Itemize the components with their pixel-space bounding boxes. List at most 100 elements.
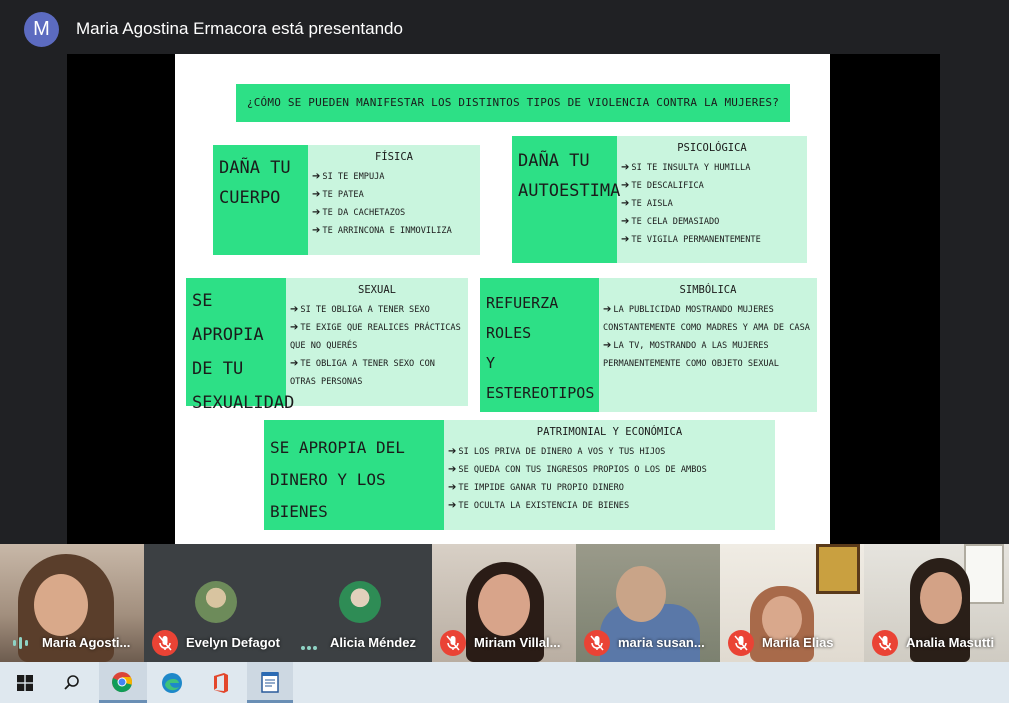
block-patrimonial-label: SE APROPIA DEL DINERO Y LOS BIENES	[264, 420, 444, 530]
chrome-icon	[112, 672, 133, 693]
participant-tile[interactable]: Analia Masutti	[864, 544, 1009, 662]
windows-logo-icon	[17, 675, 33, 691]
block-sexual-label: SE APROPIA DE TU SEXUALIDAD	[186, 278, 294, 413]
participant-tile[interactable]: Alicia Méndez	[288, 544, 432, 662]
more-dots-icon	[300, 638, 318, 650]
meet-header: M Maria Agostina Ermacora está presentan…	[0, 0, 1009, 54]
windows-start-button[interactable]	[2, 662, 48, 703]
arrow-icon: ➔	[312, 171, 321, 182]
participant-tile[interactable]: Evelyn Defagot	[144, 544, 288, 662]
office-icon	[214, 673, 228, 693]
slide: ¿CÓMO SE PUEDEN MANIFESTAR LOS DISTINTOS…	[175, 54, 830, 544]
item-list: ➔ SI TE EMPUJA ➔ TE PATEA ➔ TE DA CACHETAZO…	[312, 168, 476, 240]
block-simbolica: REFUERZA ROLES Y ESTEREOTIPOS SIMBÓLICA …	[480, 278, 817, 412]
arrow-icon: ➔	[621, 198, 630, 209]
label-line: SE APROPIA	[192, 291, 264, 345]
mic-off-icon	[440, 630, 466, 656]
block-heading: SIMBÓLICA	[679, 284, 737, 296]
participant-tile[interactable]: maria susan...	[576, 544, 720, 662]
block-psicologica: DAÑA TU AUTOESTIMA PSICOLÓGICA ➔ SI TE IN…	[512, 136, 807, 263]
arrow-icon: ➔	[448, 464, 457, 475]
item-list: ➔ SI TE OBLIGA A TENER SEXO ➔ TE EXIGE QUE…	[290, 301, 464, 391]
slide-title: ¿CÓMO SE PUEDEN MANIFESTAR LOS DISTINTOS…	[236, 84, 790, 122]
label-line: DINERO Y LOS BIENES	[270, 470, 386, 521]
arrow-icon: ➔	[290, 304, 299, 315]
participant-name: Maria Agosti...	[42, 635, 131, 650]
speaking-icon	[12, 636, 30, 650]
avatar	[195, 581, 237, 623]
edge-taskbar-button[interactable]	[149, 662, 195, 703]
block-fisica-label: DAÑA TU CUERPO	[213, 145, 308, 255]
mic-off-icon	[152, 630, 178, 656]
arrow-icon: ➔	[621, 180, 630, 191]
arrow-icon: ➔	[621, 162, 630, 173]
notepad-taskbar-button[interactable]	[247, 662, 293, 703]
label-line: DAÑA TU	[518, 151, 590, 171]
block-sexual-content: SEXUAL ➔ SI TE OBLIGA A TENER SEXO ➔ TE EX…	[286, 278, 468, 406]
arrow-icon: ➔	[290, 358, 299, 369]
block-heading: PSICOLÓGICA	[677, 142, 747, 154]
list-item: ➔ LA PUBLICIDAD MOSTRANDO MUJERES CONSTAN…	[603, 304, 810, 333]
mic-off-icon	[584, 630, 610, 656]
list-item: ➔ TE PATEA	[312, 189, 364, 200]
list-item: ➔ SI TE EMPUJA	[312, 171, 385, 182]
presenter-avatar[interactable]: M	[24, 12, 59, 47]
participant-tile[interactable]: Miriam Villal...	[432, 544, 576, 662]
participant-name: maria susan...	[618, 635, 705, 650]
arrow-icon: ➔	[448, 500, 457, 511]
list-item: ➔ TE DESCALIFICA	[621, 180, 704, 191]
participant-face	[616, 566, 666, 622]
participant-strip: Maria Agosti... Evelyn Defagot Alicia Mé…	[0, 544, 1009, 662]
list-item: ➔ TE ARRINCONA E INMOVILIZA	[312, 225, 452, 236]
list-item: ➔ SI TE OBLIGA A TENER SEXO	[290, 304, 430, 315]
notepad-icon	[261, 672, 279, 693]
list-item: ➔ TE DA CACHETAZOS	[312, 207, 406, 218]
windows-taskbar	[0, 662, 1009, 703]
block-simbolica-label: REFUERZA ROLES Y ESTEREOTIPOS	[480, 278, 599, 412]
arrow-icon: ➔	[448, 482, 457, 493]
label-line: DE TU	[192, 359, 244, 379]
list-item: ➔ TE OCULTA LA EXISTENCIA DE BIENES	[448, 500, 630, 511]
arrow-icon: ➔	[448, 446, 457, 457]
office-taskbar-button[interactable]	[198, 662, 244, 703]
block-sexual: SE APROPIA DE TU SEXUALIDAD SEXUAL ➔ SI T…	[186, 278, 468, 413]
participant-name: Evelyn Defagot	[186, 635, 280, 650]
presenter-status: Maria Agostina Ermacora está presentando	[76, 19, 403, 38]
mic-off-icon	[728, 630, 754, 656]
label-line: Y ESTEREOTIPOS	[486, 354, 595, 402]
participant-name: Alicia Méndez	[330, 635, 416, 650]
block-heading: SEXUAL	[358, 284, 396, 296]
participant-name: Analia Masutti	[906, 635, 995, 650]
block-fisica-content: FÍSICA ➔ SI TE EMPUJA ➔ TE PATEA ➔ TE DA CA…	[308, 145, 480, 255]
arrow-icon: ➔	[312, 207, 321, 218]
item-list: ➔ SI LOS PRIVA DE DINERO A VOS Y TUS HIJO…	[448, 443, 771, 515]
block-patrimonial-content: PATRIMONIAL Y ECONÓMICA ➔ SI LOS PRIVA DE…	[444, 420, 775, 530]
label-line: SEXUALIDAD	[192, 393, 295, 413]
arrow-icon: ➔	[603, 304, 612, 315]
chrome-taskbar-button[interactable]	[99, 662, 147, 703]
participant-face	[478, 574, 530, 636]
list-item: ➔ TE AISLA	[621, 198, 673, 209]
list-item: ➔ TE EXIGE QUE REALICES PRÁCTICAS QUE NO …	[290, 322, 461, 351]
item-list: ➔ SI TE INSULTA Y HUMILLA ➔ TE DESCALIFICA…	[621, 159, 803, 249]
participant-face	[920, 572, 962, 624]
wall-painting	[816, 544, 860, 594]
edge-icon	[162, 673, 182, 693]
block-psicologica-content: PSICOLÓGICA ➔ SI TE INSULTA Y HUMILLA ➔ TE…	[617, 136, 807, 263]
participant-name: Marila Elias	[762, 635, 834, 650]
avatar	[339, 581, 381, 623]
participant-tile[interactable]: Maria Agosti...	[0, 544, 144, 662]
label-line: DAÑA TU	[219, 158, 291, 178]
participant-tile[interactable]: Marila Elias	[720, 544, 864, 662]
block-fisica: DAÑA TU CUERPO FÍSICA ➔ SI TE EMPUJA ➔ TE …	[213, 145, 480, 255]
block-simbolica-content: SIMBÓLICA ➔ LA PUBLICIDAD MOSTRANDO MUJER…	[599, 278, 817, 412]
block-heading: FÍSICA	[375, 151, 413, 163]
presentation-stage: ¿CÓMO SE PUEDEN MANIFESTAR LOS DISTINTOS…	[67, 54, 940, 544]
participant-face	[34, 574, 88, 636]
list-item: ➔ TE OBLIGA A TENER SEXO CON OTRAS PERSON…	[290, 358, 435, 387]
search-icon	[64, 675, 79, 690]
search-button[interactable]	[49, 662, 95, 703]
arrow-icon: ➔	[312, 189, 321, 200]
arrow-icon: ➔	[603, 340, 612, 351]
list-item: ➔ SI TE INSULTA Y HUMILLA	[621, 162, 751, 173]
